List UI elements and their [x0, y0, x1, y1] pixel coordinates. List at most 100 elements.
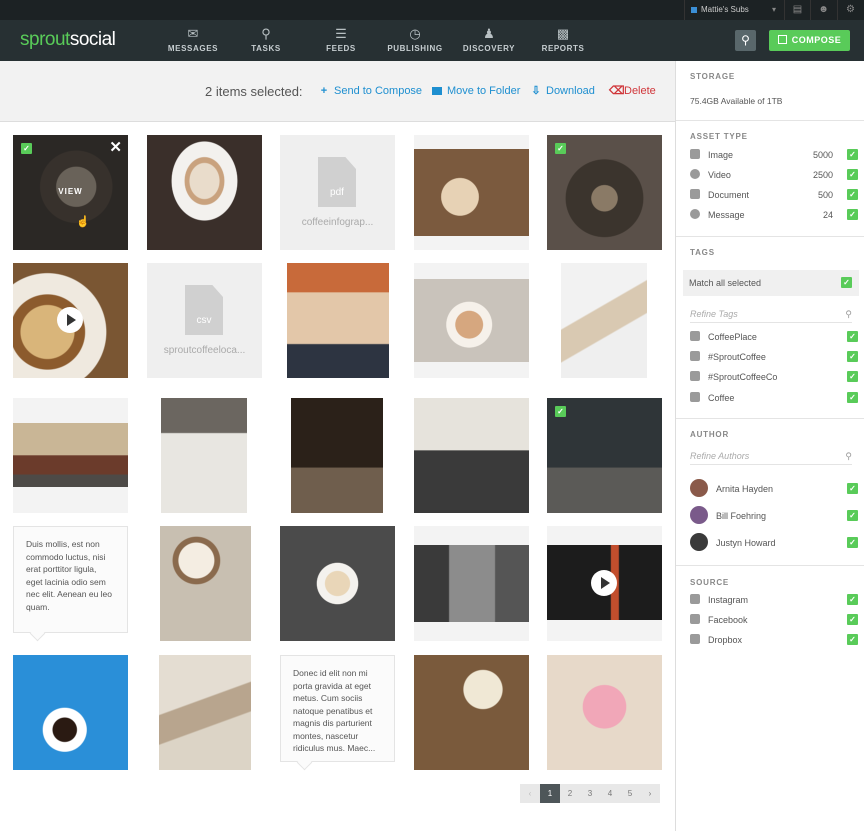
asset-tile-image[interactable]: VIEW ✕ ☝ ✓: [13, 135, 128, 250]
asset-tile-message[interactable]: Donec id elit non mi porta gravida at eg…: [280, 655, 395, 762]
account-switcher[interactable]: Mattie's Subs ▾: [684, 0, 784, 20]
checkbox[interactable]: ✓: [847, 483, 858, 494]
match-all-toggle[interactable]: Match all selected ✓: [683, 270, 859, 296]
document-icon: [690, 189, 700, 199]
asset-tile-message[interactable]: Duis mollis, est non commodo luctus, nis…: [13, 526, 128, 633]
selected-checkbox[interactable]: ✓: [555, 406, 566, 417]
nav-reports[interactable]: ▩ REPORTS: [528, 26, 598, 53]
refine-tags-input[interactable]: Refine Tags ⚲: [690, 305, 852, 323]
delete-button[interactable]: ⌫ Delete: [609, 85, 656, 97]
asset-tile-video[interactable]: [547, 526, 662, 641]
asset-tile-image[interactable]: [414, 398, 529, 513]
nav-tasks[interactable]: ⚲ TASKS: [231, 26, 301, 53]
asset-type-message[interactable]: Message 24 ✓: [690, 207, 860, 223]
asset-tile-image[interactable]: [547, 655, 662, 770]
asset-tile-image[interactable]: [160, 526, 251, 641]
close-icon[interactable]: ✕: [109, 138, 122, 156]
page-4-button[interactable]: 4: [600, 784, 620, 803]
checkbox[interactable]: ✓: [847, 371, 858, 382]
plus-icon: +: [320, 85, 328, 97]
nav-publishing[interactable]: ◷ PUBLISHING: [380, 26, 450, 53]
nav-feeds[interactable]: ☰ FEEDS: [306, 26, 376, 53]
asset-tile-image[interactable]: [161, 398, 247, 513]
asset-tile-image[interactable]: [414, 655, 529, 770]
author-item[interactable]: Bill Foehring ✓: [690, 506, 860, 526]
asset-tile-image[interactable]: [13, 398, 128, 513]
selected-checkbox[interactable]: ✓: [555, 143, 566, 154]
asset-tile-image[interactable]: [13, 655, 128, 770]
asset-type-document[interactable]: Document 500 ✓: [690, 187, 860, 203]
compose-button[interactable]: COMPOSE: [769, 30, 850, 51]
file-preview: csv sproutcoffeeloca...: [147, 263, 262, 378]
asset-tile-image[interactable]: [291, 398, 383, 513]
search-button[interactable]: ⚲: [735, 30, 756, 51]
source-item[interactable]: Facebook ✓: [690, 612, 860, 628]
checkbox[interactable]: ✓: [847, 634, 858, 645]
move-to-folder-button[interactable]: Move to Folder: [432, 85, 520, 97]
checkbox[interactable]: ✓: [847, 594, 858, 605]
source-heading: SOURCE: [690, 578, 730, 587]
add-user-icon[interactable]: ☻: [810, 0, 836, 20]
download-button[interactable]: ⇩ Download: [531, 85, 595, 97]
tag-item[interactable]: Coffee ✓: [690, 390, 860, 406]
sproutsocial-logo[interactable]: sproutsocial: [20, 29, 116, 51]
asset-tile-video[interactable]: [13, 263, 128, 378]
asset-tile-image[interactable]: [414, 526, 529, 641]
checkbox[interactable]: ✓: [847, 209, 858, 220]
author-item[interactable]: Arnita Hayden ✓: [690, 479, 860, 499]
author-item[interactable]: Justyn Howard ✓: [690, 533, 860, 553]
prev-page-button[interactable]: ‹: [520, 784, 540, 803]
person-icon: ♟: [483, 26, 495, 41]
envelope-icon: ✉: [187, 26, 199, 41]
asset-tile-image[interactable]: ✓: [547, 398, 662, 513]
image-thumbnail: [414, 545, 529, 622]
refine-authors-input[interactable]: Refine Authors ⚲: [690, 447, 852, 465]
send-to-compose-button[interactable]: + Send to Compose: [319, 85, 422, 97]
tag-item[interactable]: #SproutCoffee ✓: [690, 349, 860, 365]
gear-icon[interactable]: ⚙: [837, 0, 863, 20]
page-3-button[interactable]: 3: [580, 784, 600, 803]
asset-tile-document[interactable]: pdf coffeeinfograp...: [280, 135, 395, 250]
play-icon[interactable]: [57, 307, 83, 333]
checkbox[interactable]: ✓: [847, 169, 858, 180]
asset-tile-image[interactable]: [159, 655, 251, 770]
tag-item[interactable]: CoffeePlace ✓: [690, 329, 860, 345]
nav-messages[interactable]: ✉ MESSAGES: [158, 26, 228, 53]
play-icon[interactable]: [591, 570, 617, 596]
play-icon: [690, 169, 700, 179]
asset-tile-image[interactable]: [414, 135, 529, 250]
checkbox[interactable]: ✓: [847, 351, 858, 362]
asset-tile-image[interactable]: [561, 263, 647, 378]
asset-tile-image[interactable]: [287, 263, 389, 378]
asset-tile-image[interactable]: [147, 135, 262, 250]
page-1-button[interactable]: 1: [540, 784, 560, 803]
tag-icon: [690, 392, 700, 402]
checkbox[interactable]: ✓: [847, 331, 858, 342]
checkbox[interactable]: ✓: [841, 277, 852, 288]
source-item[interactable]: Dropbox ✓: [690, 632, 860, 648]
asset-tile-document[interactable]: csv sproutcoffeeloca...: [147, 263, 262, 378]
asset-tile-image[interactable]: [414, 263, 529, 378]
asset-tile-image[interactable]: [280, 526, 395, 641]
notes-icon[interactable]: ▤: [784, 0, 810, 20]
checkbox[interactable]: ✓: [847, 392, 858, 403]
asset-type-video[interactable]: Video 2500 ✓: [690, 167, 860, 183]
avatar: [690, 533, 708, 551]
checkbox[interactable]: ✓: [847, 537, 858, 548]
view-button[interactable]: VIEW: [13, 187, 128, 196]
download-icon: ⇩: [531, 85, 541, 97]
page-5-button[interactable]: 5: [620, 784, 640, 803]
asset-type-image[interactable]: Image 5000 ✓: [690, 147, 860, 163]
checkbox[interactable]: ✓: [847, 510, 858, 521]
checkbox[interactable]: ✓: [847, 149, 858, 160]
next-page-button[interactable]: ›: [640, 784, 660, 803]
storage-heading: STORAGE: [690, 72, 736, 81]
tag-item[interactable]: #SproutCoffeeCo ✓: [690, 369, 860, 385]
selected-checkbox[interactable]: ✓: [21, 143, 32, 154]
checkbox[interactable]: ✓: [847, 614, 858, 625]
nav-discovery[interactable]: ♟ DISCOVERY: [454, 26, 524, 53]
checkbox[interactable]: ✓: [847, 189, 858, 200]
page-2-button[interactable]: 2: [560, 784, 580, 803]
source-item[interactable]: Instagram ✓: [690, 592, 860, 608]
asset-tile-image[interactable]: ✓: [547, 135, 662, 250]
